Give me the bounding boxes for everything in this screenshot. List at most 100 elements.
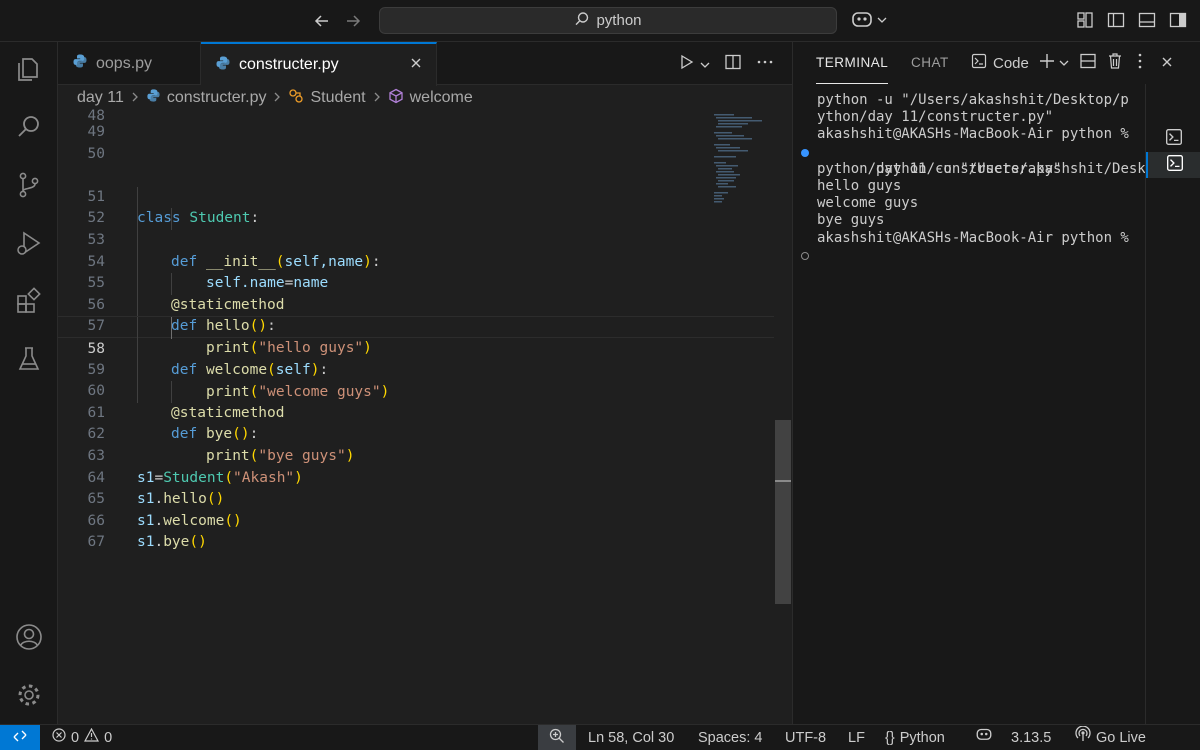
chevron-down-icon[interactable] <box>1059 55 1069 72</box>
activity-bar <box>0 42 58 724</box>
minimap[interactable] <box>712 112 772 232</box>
code-line: 62 <box>58 403 774 442</box>
customize-layout-icon[interactable] <box>1075 10 1095 30</box>
code-line: 59 @staticmethod <box>58 338 774 421</box>
status-bar: 0 0 Ln 58, Col 30 Spaces: 4 UTF-8 LF {} … <box>0 724 1200 750</box>
search-icon[interactable] <box>14 112 44 142</box>
arrow-left-icon[interactable] <box>312 11 332 31</box>
chevron-right-icon <box>372 90 382 106</box>
terminal-list-item[interactable] <box>1146 126 1200 152</box>
cursor-position[interactable]: Ln 58, Col 30 <box>588 725 674 750</box>
terminal-icon <box>971 53 987 73</box>
tab-label: oops.py <box>96 54 153 72</box>
chevron-right-icon <box>130 90 140 106</box>
terminal-line: python -u "/Users/akashshit/Desktop/p <box>817 92 1129 108</box>
terminal-line-with-marker <box>793 247 1143 264</box>
code-editor[interactable]: 48 49 50 51 class Student: 52 def __init… <box>58 108 774 719</box>
braces-icon: {} <box>885 730 895 746</box>
chevron-right-icon <box>272 90 282 106</box>
python-interpreter-version[interactable]: 3.13.5 <box>1011 725 1051 750</box>
command-success-marker[interactable] <box>801 148 809 157</box>
more-actions-icon[interactable] <box>756 53 774 76</box>
run-python-icon[interactable] <box>678 54 694 75</box>
breadcrumb-method[interactable]: welcome <box>410 89 473 107</box>
go-live-label: Go Live <box>1096 730 1146 746</box>
testing-icon[interactable] <box>14 344 44 374</box>
code-line: 67 <box>58 511 774 550</box>
remote-icon <box>12 728 28 748</box>
terminal-line: ython/day 11/constructer.py" <box>817 109 1054 126</box>
account-icon[interactable] <box>14 622 44 652</box>
broadcast-icon <box>1075 725 1091 750</box>
terminal-line: welcome guys <box>817 195 919 212</box>
close-panel-icon[interactable] <box>1161 55 1173 72</box>
code-line: 57 def welcome(self): <box>58 294 774 378</box>
trash-icon[interactable] <box>1107 52 1123 74</box>
code-line: 64 s1.hello() <box>58 446 774 508</box>
search-text: python <box>596 12 642 29</box>
tab-constructer-py[interactable]: constructer.py <box>201 42 437 86</box>
code-line: 55 def hello(): <box>58 251 774 334</box>
encoding[interactable]: UTF-8 <box>785 725 826 750</box>
code-line: 50 <box>58 144 774 166</box>
tab-oops-py[interactable]: oops.py <box>58 42 201 85</box>
chevron-down-icon[interactable] <box>700 55 710 75</box>
python-file-icon <box>215 55 231 76</box>
zoom-in-icon <box>549 728 565 748</box>
terminal-line: akashshit@AKASHs-MacBook-Air python % <box>817 229 1129 246</box>
arrow-right-icon[interactable] <box>343 11 363 31</box>
split-terminal-icon[interactable] <box>1079 52 1097 74</box>
terminal-output[interactable]: python -u "/Users/akashshit/Desktop/p yt… <box>793 92 1179 264</box>
close-icon[interactable] <box>410 56 422 74</box>
breadcrumb-class[interactable]: Student <box>310 89 365 107</box>
zoom-button[interactable] <box>538 725 576 750</box>
line-number: 49 <box>87 124 105 140</box>
indentation[interactable]: Spaces: 4 <box>698 725 763 750</box>
settings-gear-icon[interactable] <box>14 680 44 710</box>
copilot-menu[interactable] <box>850 10 887 32</box>
command-pending-marker[interactable] <box>801 251 809 260</box>
problems-indicator[interactable]: 0 0 <box>52 725 112 750</box>
tab-terminal[interactable]: TERMINAL <box>816 42 889 84</box>
code-token: s1 <box>137 534 155 551</box>
source-control-icon[interactable] <box>14 170 44 200</box>
go-live-button[interactable]: Go Live <box>1075 725 1146 750</box>
tab-chat[interactable]: CHAT <box>911 42 949 84</box>
extensions-icon[interactable] <box>14 286 44 316</box>
warning-icon <box>84 725 100 750</box>
code-line: 61 print("bye guys") <box>58 381 774 464</box>
toggle-primary-sidebar-icon[interactable] <box>1106 10 1126 30</box>
split-editor-icon[interactable] <box>724 53 742 76</box>
code-line: 54 @staticmethod <box>58 230 774 313</box>
terminal-list-item-active[interactable] <box>1146 152 1200 178</box>
breadcrumb-folder[interactable]: day 11 <box>77 89 124 107</box>
add-terminal-icon[interactable] <box>1039 53 1055 73</box>
terminal-icon <box>1165 128 1183 151</box>
command-center-search[interactable]: python <box>379 7 837 34</box>
cursor-marker <box>775 480 791 482</box>
editor-scrollbar-thumb[interactable] <box>775 420 791 604</box>
end-of-line[interactable]: LF <box>848 725 865 750</box>
explorer-icon[interactable] <box>14 54 44 84</box>
remote-indicator[interactable] <box>0 725 40 750</box>
toggle-secondary-sidebar-icon[interactable] <box>1168 10 1188 30</box>
panel: TERMINAL CHAT Code python -u "/Users/aka… <box>792 42 1200 724</box>
code-token: bye <box>163 534 190 551</box>
copilot-icon <box>850 9 874 34</box>
title-bar: python <box>0 0 1200 42</box>
code-line: 63 s1=Student("Akash") <box>58 424 774 486</box>
search-icon <box>574 11 590 31</box>
language-mode[interactable]: {} Python <box>885 725 945 750</box>
run-debug-icon[interactable] <box>14 228 44 258</box>
editor-scrollbar[interactable] <box>774 112 792 724</box>
copilot-status[interactable] <box>975 725 993 750</box>
code-line: 52 def __init__(self,name): <box>58 186 774 270</box>
toggle-panel-icon[interactable] <box>1137 10 1157 30</box>
language-label: Python <box>899 730 945 746</box>
more-actions-icon[interactable] <box>1137 52 1143 74</box>
line-number: 67 <box>87 534 105 551</box>
editor-area: oops.py constructer.py day 11 constructe… <box>58 42 792 724</box>
terminal-profile-label[interactable]: Code <box>993 55 1029 72</box>
breadcrumb-file[interactable]: constructer.py <box>167 89 267 107</box>
code-line: 56 print("hello guys") <box>58 273 774 356</box>
